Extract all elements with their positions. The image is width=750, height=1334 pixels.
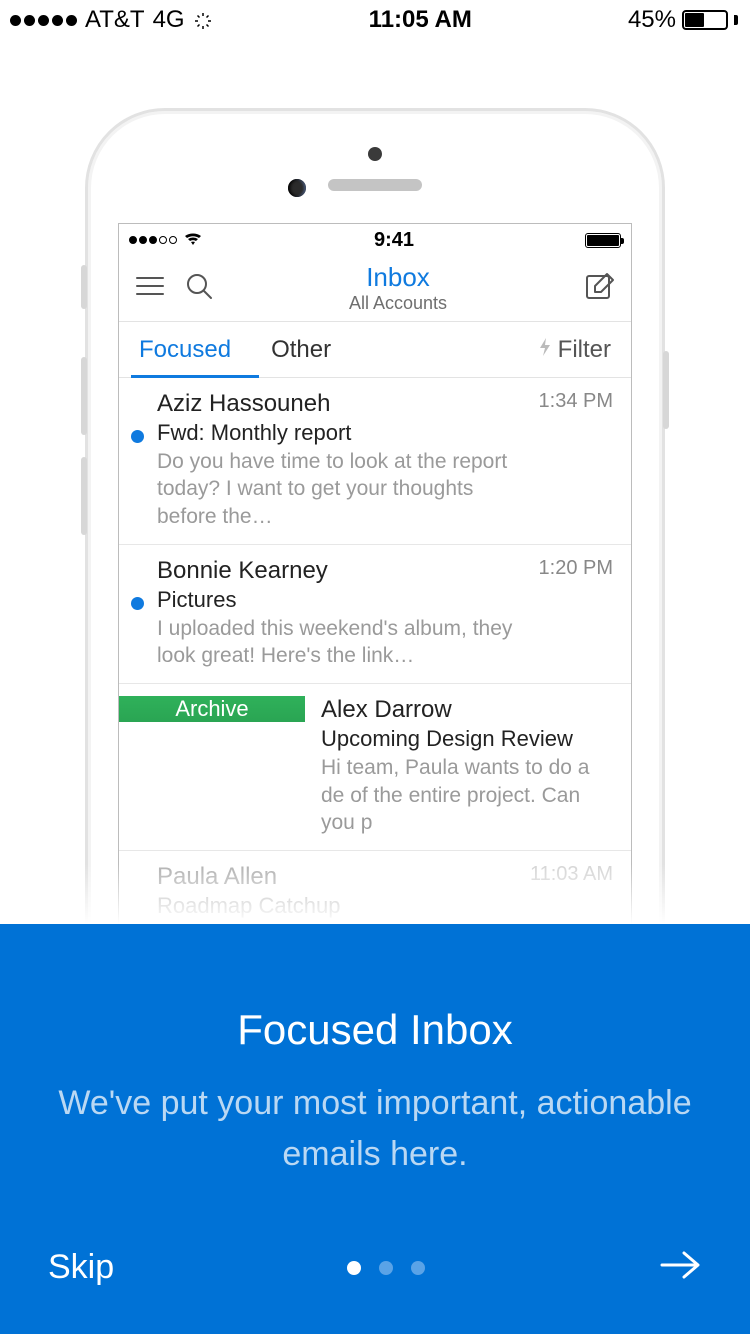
phone-screen: 9:41 Inbox All Accounts xyxy=(118,223,632,924)
battery-pct-label: 45% xyxy=(628,6,676,34)
next-button[interactable] xyxy=(658,1247,702,1288)
header-title: Inbox xyxy=(349,263,447,293)
email-time: 11:03 AM xyxy=(530,863,613,924)
email-row-swiped[interactable]: Archive Alex Darrow Upcoming Design Revi… xyxy=(119,684,631,851)
email-sender: Aziz Hassouneh xyxy=(157,390,529,418)
hamburger-menu-icon[interactable] xyxy=(135,274,165,303)
inbox-tabs: Focused Other Filter xyxy=(119,322,631,378)
page-indicator xyxy=(347,1261,425,1275)
skip-button[interactable]: Skip xyxy=(48,1248,114,1287)
clock: 11:05 AM xyxy=(369,6,472,34)
device-status-bar: AT&T 4G 11:05 AM 45% xyxy=(0,0,750,40)
email-subject: Roadmap Catchup xyxy=(157,893,520,919)
email-time: 1:20 PM xyxy=(539,557,613,670)
email-list: Aziz Hassouneh Fwd: Monthly report Do yo… xyxy=(119,378,631,924)
filter-button[interactable]: Filter xyxy=(538,336,611,364)
unread-dot-icon xyxy=(131,430,144,443)
onboarding-body: We've put your most important, actionabl… xyxy=(55,1078,695,1180)
page-dot-icon xyxy=(379,1261,393,1275)
compose-icon[interactable] xyxy=(583,270,615,307)
onboarding-illustration: 9:41 Inbox All Accounts xyxy=(0,40,750,924)
email-subject: Fwd: Monthly report xyxy=(157,420,529,446)
phone-switch-button xyxy=(81,265,87,309)
network-label: 4G xyxy=(153,6,185,34)
email-subject: Pictures xyxy=(157,587,529,613)
email-preview: I uploaded this weekend's album, they lo… xyxy=(157,615,529,670)
phone-frame: 9:41 Inbox All Accounts xyxy=(85,108,665,924)
unread-dot-icon xyxy=(131,597,144,610)
email-sender: Bonnie Kearney xyxy=(157,557,529,585)
archive-label: Archive xyxy=(175,696,248,722)
email-time: 1:34 PM xyxy=(539,390,613,530)
email-preview: Do you have time to look at the report t… xyxy=(157,448,529,530)
email-row[interactable]: Paula Allen Roadmap Catchup Hi Linda, Th… xyxy=(119,851,631,924)
phone-camera-icon xyxy=(288,179,306,197)
search-icon[interactable] xyxy=(185,272,213,305)
tab-focused[interactable]: Focused xyxy=(119,322,251,377)
loading-spinner-icon xyxy=(193,10,213,30)
filter-bolt-icon xyxy=(538,337,552,363)
email-row[interactable]: Bonnie Kearney Pictures I uploaded this … xyxy=(119,545,631,685)
inner-status-bar: 9:41 xyxy=(119,224,631,256)
header-subtitle: All Accounts xyxy=(349,293,447,314)
app-header: Inbox All Accounts xyxy=(119,256,631,322)
email-row[interactable]: Aziz Hassouneh Fwd: Monthly report Do yo… xyxy=(119,378,631,545)
phone-sensor-icon xyxy=(368,147,382,161)
phone-volume-down-button xyxy=(81,457,87,535)
onboarding-panel: Focused Inbox We've put your most import… xyxy=(0,924,750,1334)
inner-signal-icon xyxy=(129,236,177,244)
phone-speaker-icon xyxy=(328,179,422,191)
phone-volume-up-button xyxy=(81,357,87,435)
battery-icon xyxy=(682,10,728,30)
email-sender: Alex Darrow xyxy=(321,696,613,724)
swipe-archive-button[interactable]: Archive xyxy=(119,696,305,722)
page-dot-icon xyxy=(411,1261,425,1275)
inner-clock: 9:41 xyxy=(374,229,414,252)
page-dot-icon xyxy=(347,1261,361,1275)
tab-other[interactable]: Other xyxy=(251,322,351,377)
phone-power-button xyxy=(663,351,669,429)
inner-battery-icon xyxy=(585,233,621,248)
filter-label: Filter xyxy=(558,336,611,364)
carrier-label: AT&T xyxy=(85,6,145,34)
wifi-icon xyxy=(183,229,203,252)
email-sender: Paula Allen xyxy=(157,863,520,891)
onboarding-title: Focused Inbox xyxy=(237,1006,513,1054)
signal-strength-icon xyxy=(10,15,77,26)
email-preview: Hi team, Paula wants to do a de of the e… xyxy=(321,754,613,836)
email-subject: Upcoming Design Review xyxy=(321,726,613,752)
